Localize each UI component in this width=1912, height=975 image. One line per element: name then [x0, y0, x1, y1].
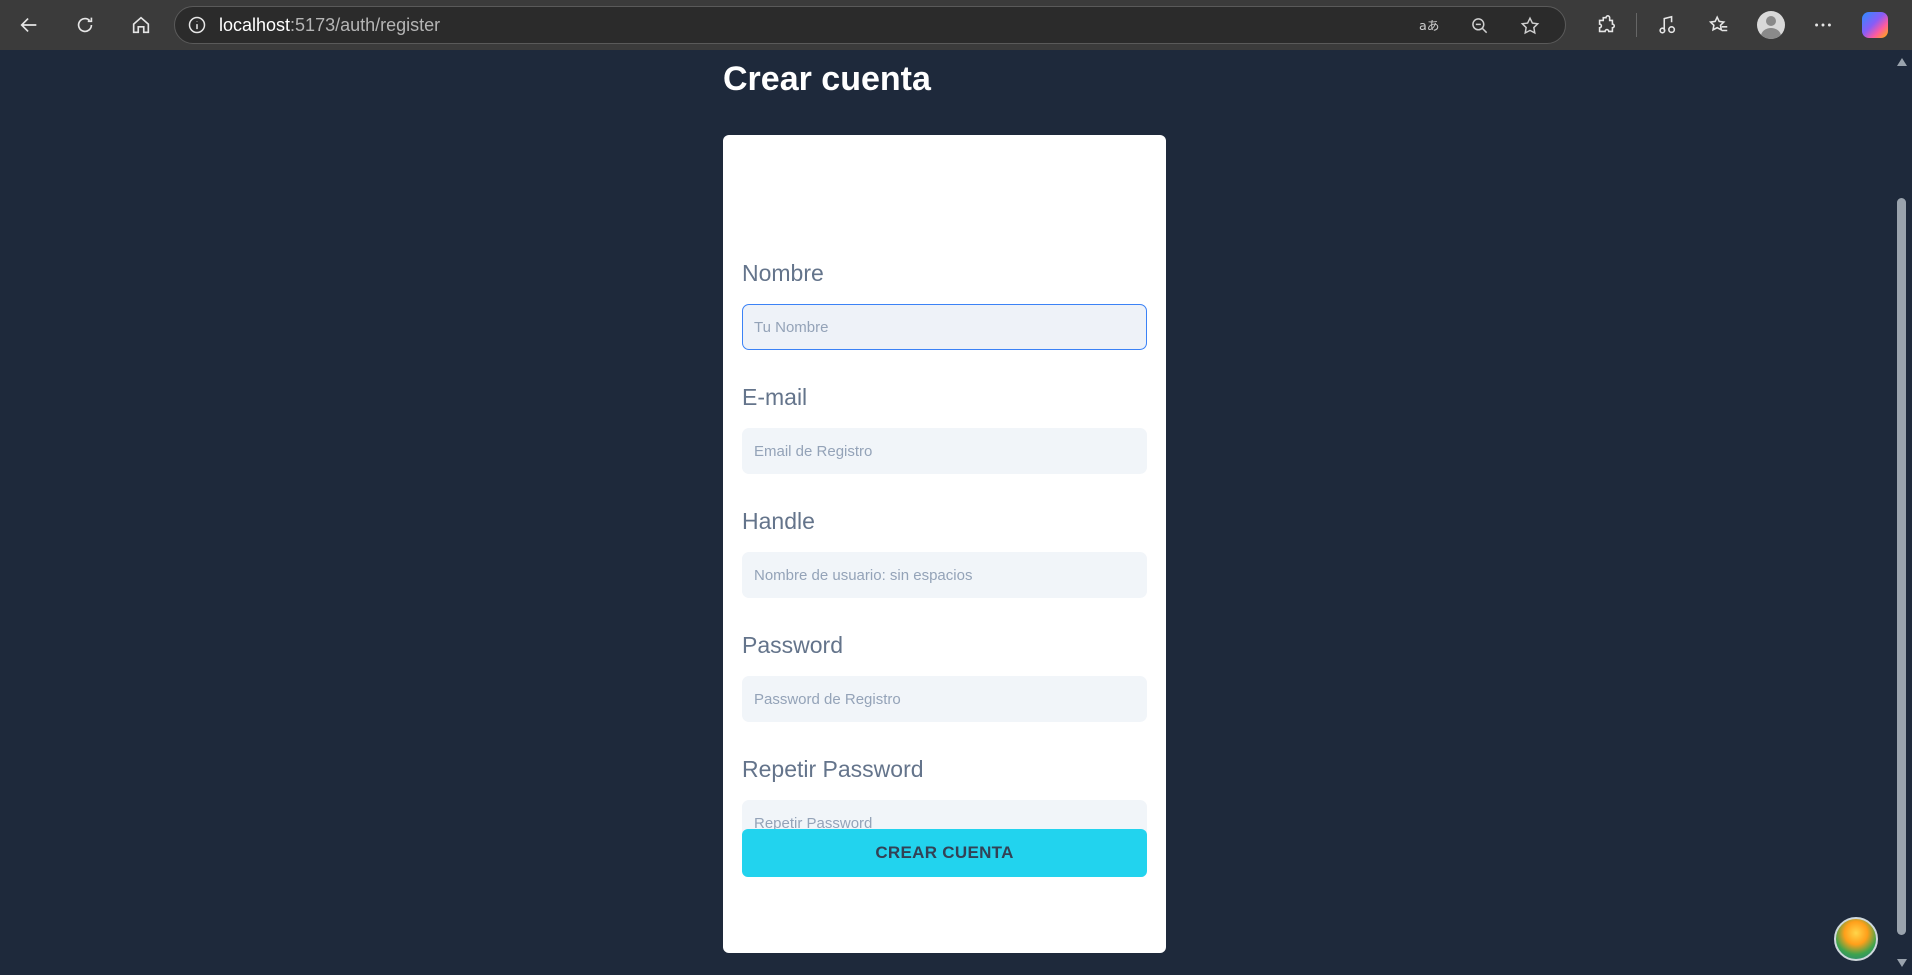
- nombre-label: Nombre: [742, 260, 824, 286]
- read-aloud-icon[interactable]: aあ: [1405, 16, 1455, 36]
- password-label: Password: [742, 632, 843, 658]
- crear-cuenta-button[interactable]: CREAR CUENTA: [742, 829, 1147, 877]
- email-input[interactable]: [742, 428, 1147, 474]
- repeat-password-label: Repetir Password: [742, 756, 924, 782]
- extensions-icon[interactable]: [1580, 0, 1632, 50]
- more-options-icon[interactable]: [1797, 0, 1849, 50]
- svg-text:aあ: aあ: [1419, 18, 1439, 33]
- url-host: localhost: [219, 14, 291, 35]
- copilot-icon[interactable]: [1849, 0, 1901, 50]
- address-bar[interactable]: localhost:5173/auth/register aあ: [174, 6, 1566, 44]
- page-title: Crear cuenta: [723, 60, 931, 98]
- zoom-out-icon[interactable]: [1455, 16, 1505, 36]
- url-path: :5173/auth/register: [290, 14, 441, 35]
- nombre-field: Nombre: [742, 260, 1147, 350]
- favorite-star-icon[interactable]: [1505, 15, 1555, 37]
- email-label: E-mail: [742, 384, 808, 410]
- home-icon[interactable]: [116, 0, 166, 50]
- page-scrollbar[interactable]: [1892, 50, 1912, 975]
- handle-label: Handle: [742, 508, 815, 534]
- url-text: localhost:5173/auth/register: [219, 15, 440, 36]
- register-form: Nombre E-mail Handle Password Repetir Pa…: [723, 135, 1166, 953]
- back-icon[interactable]: [4, 0, 54, 50]
- scroll-up-arrow-icon[interactable]: [1897, 58, 1907, 66]
- info-icon[interactable]: [175, 15, 219, 35]
- nombre-input[interactable]: [742, 304, 1147, 350]
- scroll-thumb[interactable]: [1897, 198, 1906, 935]
- scroll-down-arrow-icon[interactable]: [1897, 959, 1907, 967]
- handle-input[interactable]: [742, 552, 1147, 598]
- password-field: Password: [742, 632, 1147, 722]
- refresh-icon[interactable]: [60, 0, 110, 50]
- media-icon[interactable]: [1641, 0, 1693, 50]
- profile-avatar-icon[interactable]: [1745, 0, 1797, 50]
- toolbar-divider: [1636, 13, 1637, 37]
- email-field: E-mail: [742, 384, 1147, 474]
- favorites-icon[interactable]: [1693, 0, 1745, 50]
- password-input[interactable]: [742, 676, 1147, 722]
- page-content: Crear cuenta Nombre E-mail Handle Passwo…: [0, 50, 1912, 975]
- floating-extension-badge-icon[interactable]: [1834, 917, 1878, 961]
- browser-toolbar: localhost:5173/auth/register aあ: [0, 0, 1912, 50]
- handle-field: Handle: [742, 508, 1147, 598]
